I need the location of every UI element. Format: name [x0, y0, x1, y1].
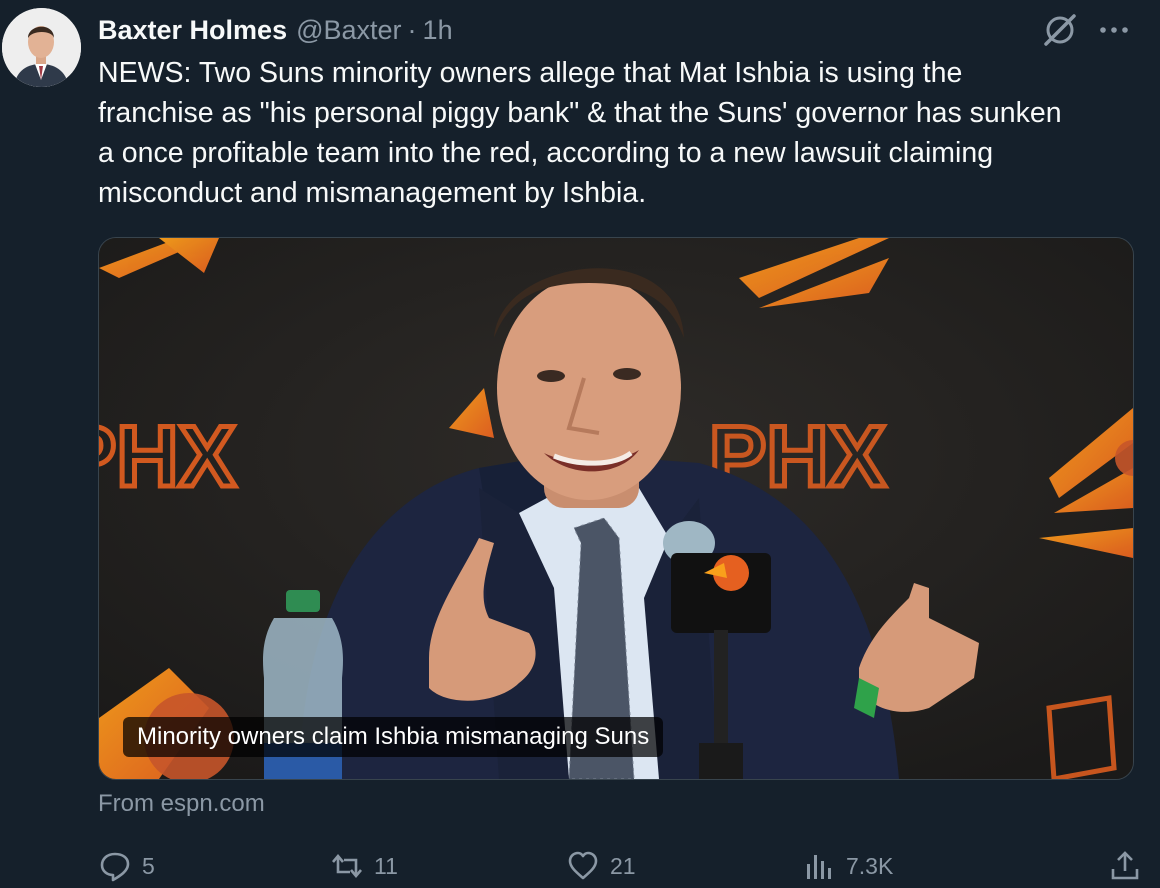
- views-icon: [807, 855, 831, 879]
- card-image: PHX PHX: [99, 238, 1133, 779]
- author-name[interactable]: Baxter Holmes: [98, 15, 287, 46]
- timestamp[interactable]: 1h: [423, 15, 453, 46]
- repost-button[interactable]: 11: [330, 846, 398, 886]
- avatar-image: [2, 8, 81, 87]
- author-handle[interactable]: @Baxter: [296, 15, 401, 46]
- backdrop-wordmark-left: PHX: [99, 409, 236, 505]
- views-button[interactable]: 7.3K: [802, 846, 893, 886]
- separator-dot: ·: [407, 14, 417, 45]
- more-icon[interactable]: [1094, 10, 1134, 50]
- card-headline: Minority owners claim Ishbia mismanaging…: [123, 717, 664, 757]
- share-icon: [1111, 851, 1139, 880]
- grok-icon[interactable]: [1040, 10, 1080, 50]
- action-bar: 5 11 21 7.3K: [98, 846, 1158, 886]
- repost-icon: [332, 853, 362, 879]
- tweet-header: Baxter Holmes @Baxter · 1h: [98, 10, 453, 50]
- reply-icon: [100, 852, 130, 882]
- reply-count: 5: [142, 852, 155, 879]
- like-button[interactable]: 21: [566, 846, 636, 886]
- repost-count: 11: [374, 852, 398, 879]
- reply-button[interactable]: 5: [98, 846, 155, 886]
- share-button[interactable]: [1108, 846, 1152, 886]
- like-count: 21: [610, 852, 636, 879]
- like-icon: [568, 851, 598, 880]
- avatar[interactable]: [2, 8, 81, 87]
- views-count: 7.3K: [846, 852, 894, 879]
- link-card[interactable]: PHX PHX: [98, 237, 1134, 780]
- tweet-text: NEWS: Two Suns minority owners allege th…: [98, 57, 1062, 209]
- card-source[interactable]: From espn.com: [98, 790, 265, 818]
